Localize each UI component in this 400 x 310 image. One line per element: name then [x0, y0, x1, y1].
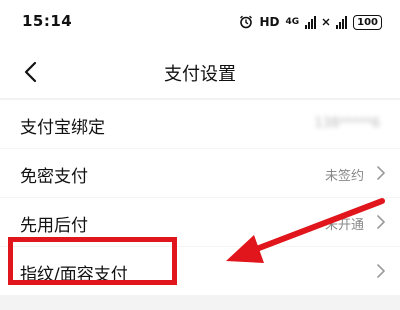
hd-indicator: HD [259, 15, 280, 29]
arrow-annotation-icon [226, 198, 385, 263]
setting-row-alipay-binding[interactable]: 支付宝绑定 138*****6 [0, 100, 400, 148]
status-icons: HD 4G 100 [239, 12, 382, 32]
highlight-annotation-box [8, 237, 177, 285]
setting-value-masked: 138*****6 [314, 116, 380, 131]
status-time: 15:14 [22, 12, 73, 30]
setting-label: 先用后付 [20, 216, 88, 236]
chevron-right-icon [377, 166, 385, 180]
signal-icon [305, 15, 317, 29]
alarm-icon [240, 15, 253, 29]
nav-bar: 支付设置 [0, 46, 400, 98]
setting-label: 免密支付 [20, 167, 88, 187]
no-signal-icon [322, 18, 330, 26]
network-type: 4G [285, 16, 300, 27]
battery-icon: 100 [353, 14, 382, 30]
status-bar: 15:14 HD 4G 100 [0, 0, 400, 46]
signal-icon-secondary [336, 15, 348, 29]
setting-value: 未签约 [324, 169, 364, 184]
setting-row-password-free[interactable]: 免密支付 未签约 [0, 148, 400, 197]
setting-label: 支付宝绑定 [20, 118, 105, 138]
page-title: 支付设置 [164, 64, 236, 85]
